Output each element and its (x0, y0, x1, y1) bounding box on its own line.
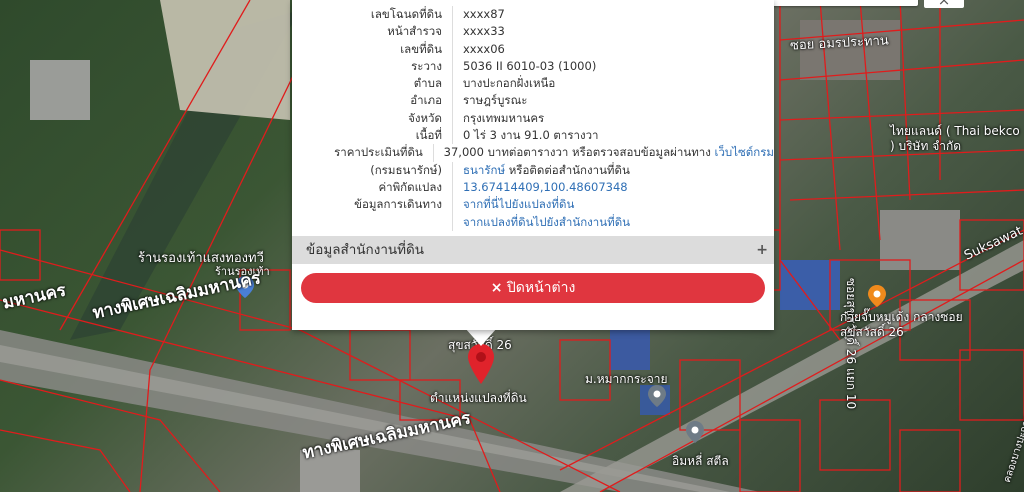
info-value: บางปะกอกฝั่งเหนือ (463, 76, 556, 91)
parcel-info-table: เลขโฉนดที่ดิน xxxx87 หน้าสำรวจ xxxx33 เล… (292, 6, 774, 231)
map-label-imli: อิมหลี่ สตีล (672, 454, 729, 468)
info-row: ราคาประเมินที่ดิน 37,000 บาทต่อตารางวา ห… (292, 144, 774, 162)
map-label-village: ม.หมากกระจาย (585, 372, 668, 386)
close-window-button[interactable]: × ปิดหน้าต่าง (301, 273, 765, 303)
close-icon: × (490, 280, 503, 296)
directions-to-office-link[interactable]: จากแปลงที่ดินไปยังสำนักงานที่ดิน (463, 215, 630, 229)
info-value: ราษฎร์บูรณะ (463, 93, 528, 108)
info-value: 37,000 บาทต่อตารางวา หรือตรวจสอบข้อมูลผ่… (434, 144, 774, 161)
info-row: ตำบล บางปะกอกฝั่งเหนือ (292, 75, 774, 93)
info-label: ตำบล (413, 76, 442, 91)
section-title: ข้อมูลสำนักงานที่ดิน (306, 242, 425, 258)
info-value-text: 37,000 บาทต่อตารางวา หรือตรวจสอบข้อมูลผ่… (443, 145, 711, 160)
treasury-link[interactable]: ธนารักษ์ (463, 163, 505, 177)
info-row: อำเภอ ราษฎร์บูรณะ (292, 92, 774, 110)
info-label: อำเภอ (410, 93, 442, 108)
info-row: หน้าสำรวจ xxxx33 (292, 23, 774, 41)
info-label: เนื้อที่ (415, 128, 442, 143)
info-value: จากแปลงที่ดินไปยังสำนักงานที่ดิน (453, 214, 630, 231)
info-value: ธนารักษ์ หรือติดต่อสำนักงานที่ดิน (453, 162, 630, 179)
info-row: เลขโฉนดที่ดิน xxxx87 (292, 6, 774, 24)
info-label: ระวาง (411, 58, 442, 73)
info-row: จากแปลงที่ดินไปยังสำนักงานที่ดิน (292, 213, 774, 231)
info-label: ค่าพิกัดแปลง (378, 179, 442, 194)
info-row: เลขที่ดิน xxxx06 (292, 40, 774, 58)
info-label: เลขที่ดิน (400, 41, 442, 56)
map-label-parcel-marker: ตำแหน่งแปลงที่ดิน (430, 391, 527, 405)
treasury-website-link[interactable]: เว็บไซต์กรม (715, 145, 774, 159)
close-button-label: ปิดหน้าต่าง (506, 280, 576, 296)
map-label-company: ไทยแลนด์ ( Thai bekco ) บริษัท จำกัด (890, 124, 1020, 153)
popup-pointer (465, 328, 497, 346)
info-row: ค่าพิกัดแปลง 13.67414409,100.48607348 (292, 178, 774, 197)
info-value: 5036 II 6010-03 (1000) (463, 58, 597, 73)
plus-icon[interactable]: + (756, 236, 768, 264)
info-label: หน้าสำรวจ (387, 24, 442, 39)
land-office-section-toggle[interactable]: ข้อมูลสำนักงานที่ดิน + (292, 236, 774, 264)
map-label-food-place: ก๋วยจั๊บหมูเด้ง กลางซอยสุขสวัสดิ์ 26 (840, 310, 963, 339)
coordinates-link[interactable]: 13.67414409,100.48607348 (463, 180, 628, 194)
info-value: xxxx87 (463, 7, 505, 21)
map-label-soi-sukhsawat: ซอยสุขสวัสดิ์ 26 แยก 10 (844, 278, 858, 410)
info-label: เลขโฉนดที่ดิน (370, 7, 442, 21)
info-value: xxxx33 (463, 24, 505, 39)
parcel-info-popup: เลขโฉนดที่ดิน xxxx87 หน้าสำรวจ xxxx33 เล… (292, 0, 774, 330)
info-value: xxxx06 (463, 41, 505, 56)
info-label (292, 214, 452, 231)
info-row: ข้อมูลการเดินทาง จากที่นี่ไปยังแปลงที่ดิ… (292, 196, 774, 214)
info-value: จากที่นี่ไปยังแปลงที่ดิน (453, 196, 574, 213)
info-row: จังหวัด กรุงเทพมหานคร (292, 109, 774, 128)
info-value: 13.67414409,100.48607348 (453, 179, 628, 196)
info-label: ราคาประเมินที่ดิน (334, 145, 423, 160)
info-row: ระวาง 5036 II 6010-03 (1000) (292, 57, 774, 76)
info-label: ข้อมูลการเดินทาง (354, 197, 442, 212)
info-value: กรุงเทพมหานคร (463, 110, 545, 125)
info-row: เนื้อที่ 0 ไร่ 3 งาน 91.0 ตารางวา (292, 127, 774, 145)
info-label: จังหวัด (408, 110, 442, 125)
map-close-icon[interactable]: × (924, 0, 964, 8)
info-value-text: หรือติดต่อสำนักงานที่ดิน (505, 162, 630, 177)
info-value: 0 ไร่ 3 งาน 91.0 ตารางวา (463, 128, 599, 143)
info-label: (กรมธนารักษ์) (370, 162, 442, 177)
directions-to-parcel-link[interactable]: จากที่นี่ไปยังแปลงที่ดิน (463, 197, 574, 211)
info-row: (กรมธนารักษ์) ธนารักษ์ หรือติดต่อสำนักงา… (292, 161, 774, 179)
